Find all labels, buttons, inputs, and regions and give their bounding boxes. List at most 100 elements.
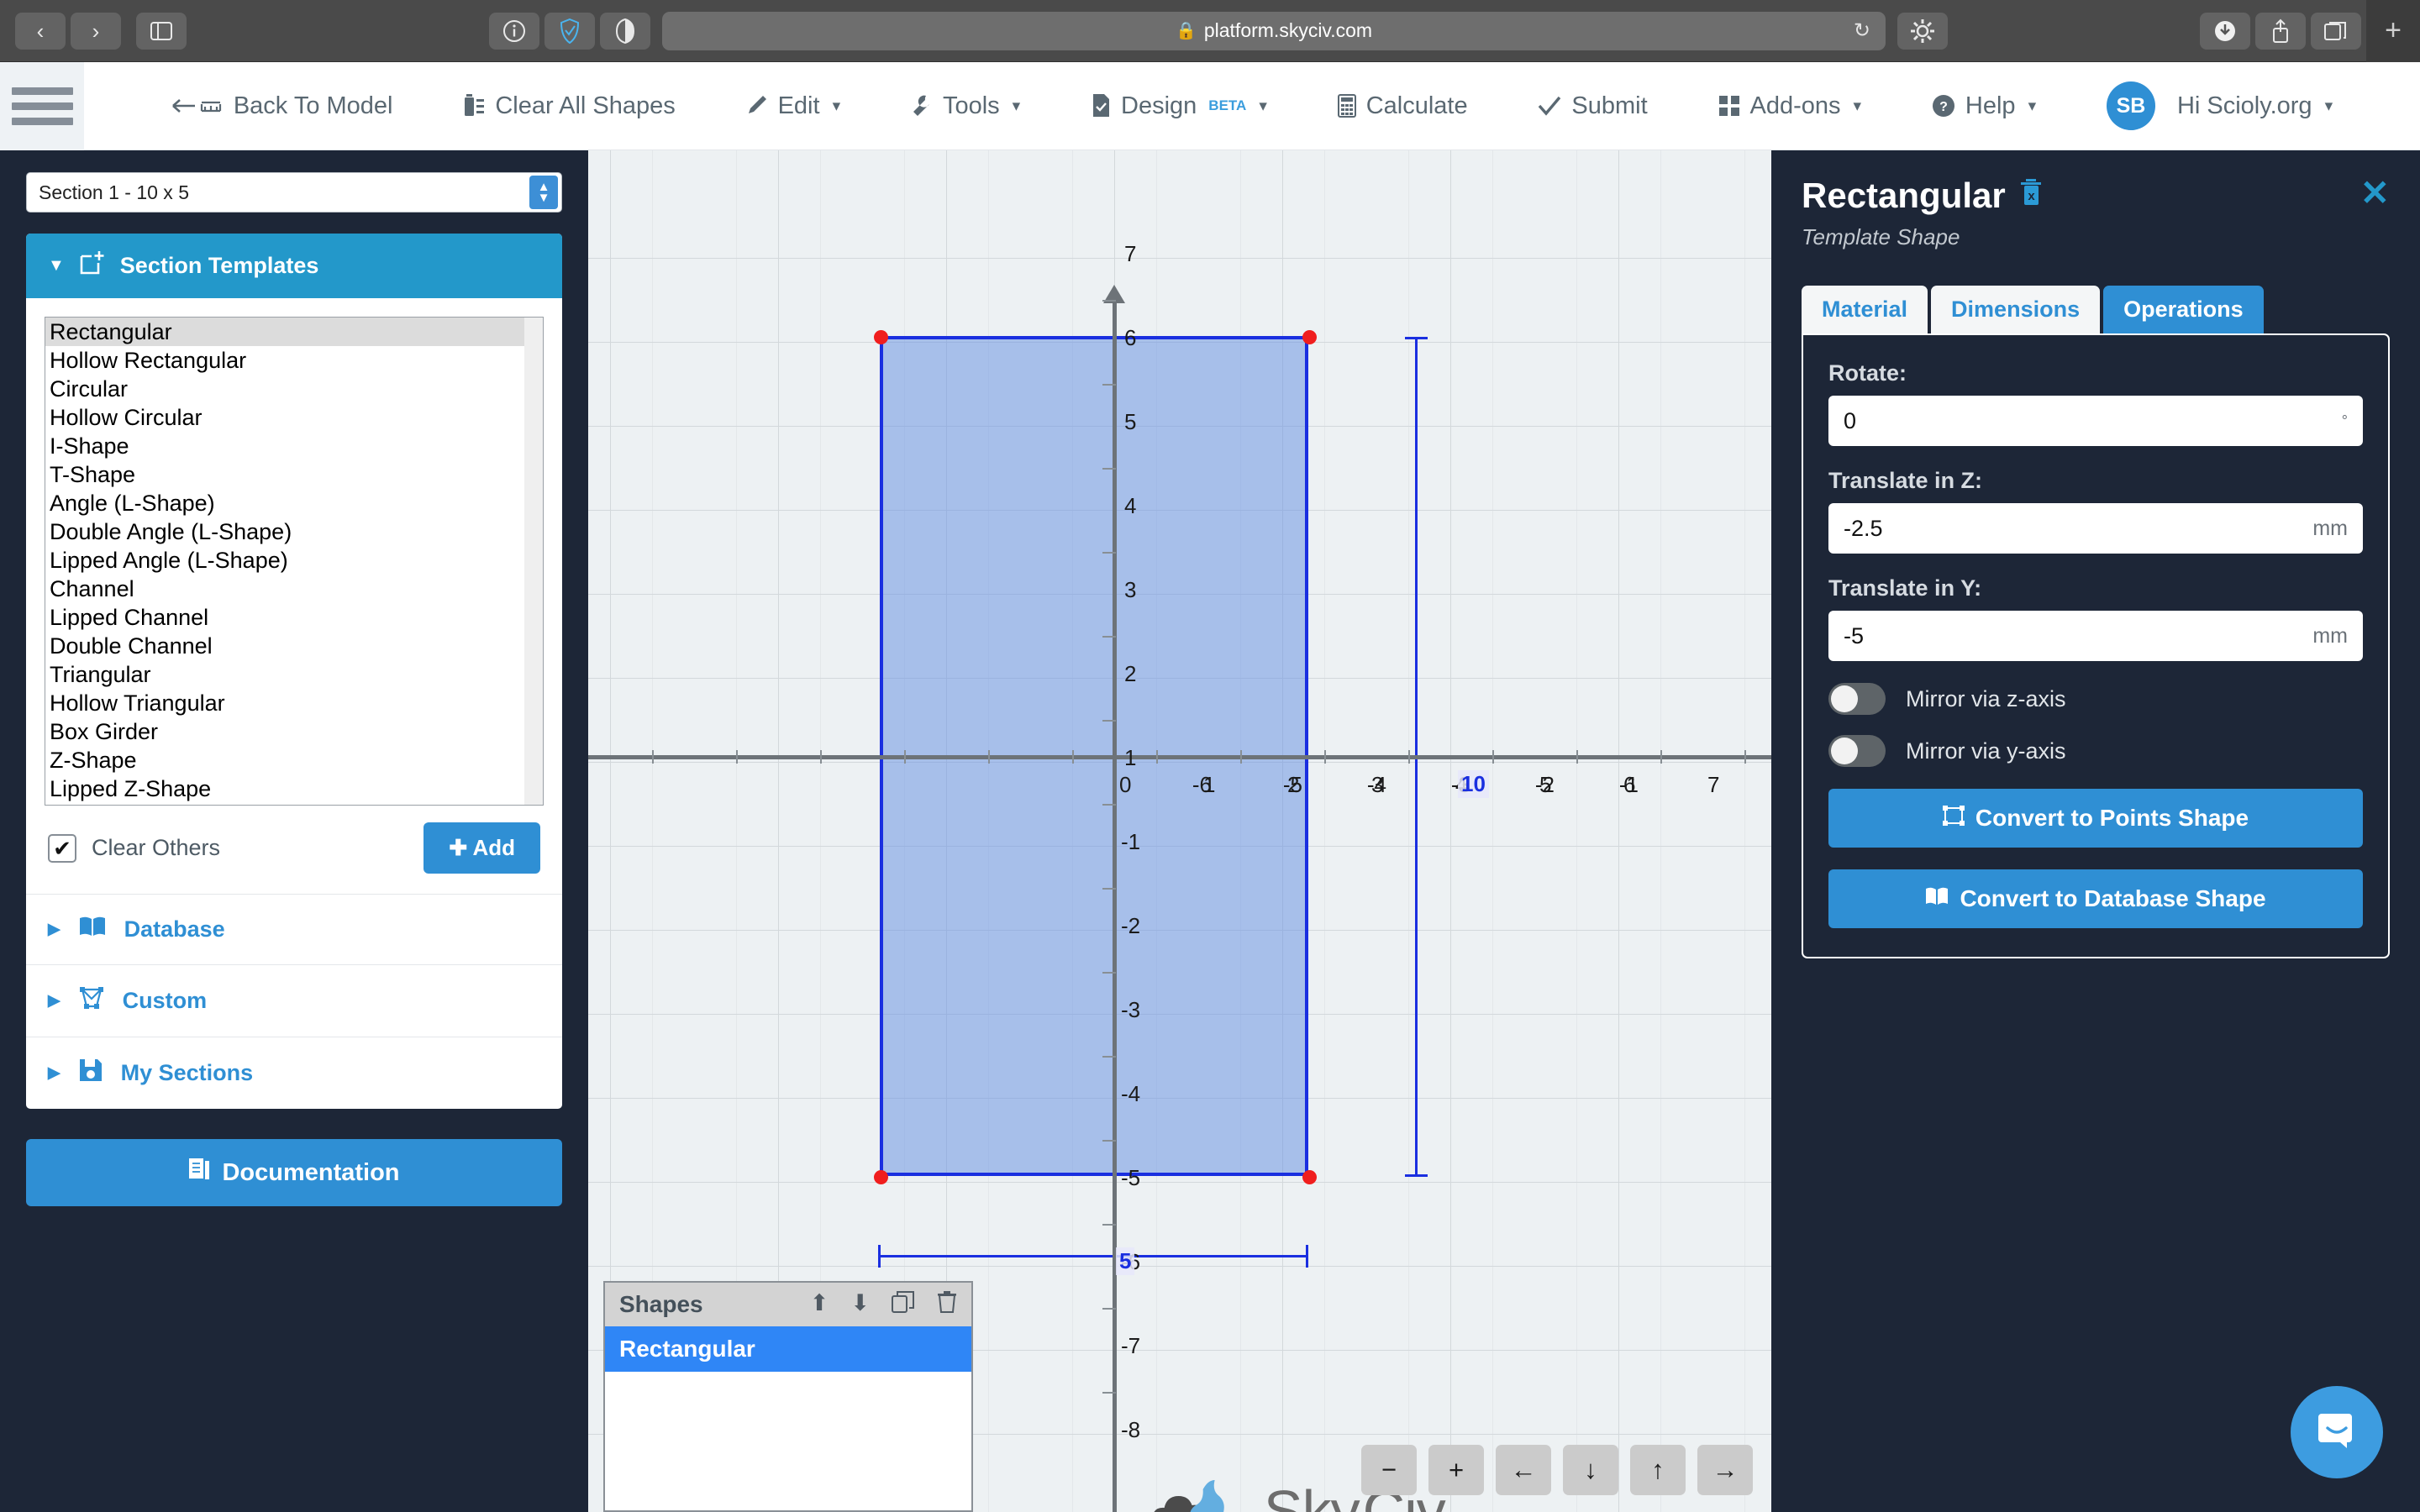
template-item[interactable]: Rectangular bbox=[45, 318, 543, 346]
forward-arrow-icon[interactable]: › bbox=[71, 13, 121, 50]
template-item[interactable]: Circular bbox=[45, 375, 543, 403]
hamburger-menu-icon[interactable] bbox=[0, 62, 84, 150]
pan-up-button[interactable]: ↑ bbox=[1630, 1445, 1686, 1495]
nav-back-to-model[interactable]: Back To Model bbox=[171, 92, 393, 120]
pencil-icon bbox=[746, 94, 768, 118]
section-templates-listbox[interactable]: Rectangular Hollow Rectangular Circular … bbox=[45, 317, 544, 806]
template-item[interactable]: I-Shape bbox=[45, 432, 543, 460]
mirror-z-toggle[interactable] bbox=[1828, 683, 1886, 715]
privacy-shield-icon[interactable] bbox=[544, 13, 595, 50]
shape-node[interactable] bbox=[1302, 1170, 1317, 1184]
zoom-in-button[interactable]: + bbox=[1428, 1445, 1484, 1495]
x-tick-label: 2 bbox=[1287, 772, 1299, 798]
template-item[interactable]: Double Angle (L-Shape) bbox=[45, 517, 543, 546]
template-item[interactable]: Angle (L-Shape) bbox=[45, 489, 543, 517]
convert-to-database-shape-button[interactable]: Convert to Database Shape bbox=[1828, 869, 2363, 928]
info-icon[interactable] bbox=[489, 13, 539, 50]
sidebar-toggle-icon[interactable] bbox=[136, 13, 187, 50]
user-label: Hi Scioly.org bbox=[2177, 92, 2312, 120]
nav-edit[interactable]: Edit ▾ bbox=[746, 92, 841, 120]
intercom-chat-button[interactable] bbox=[2291, 1386, 2383, 1478]
clear-others-checkbox[interactable]: ✔ bbox=[48, 834, 76, 863]
listbox-scrollbar[interactable] bbox=[524, 318, 543, 805]
app-navbar: Back To Model Clear All Shapes Edit ▾ To… bbox=[0, 62, 2420, 150]
rotate-field[interactable]: 0 ° bbox=[1828, 396, 2363, 446]
template-item[interactable]: Lipped Channel bbox=[45, 603, 543, 632]
accordion-label: My Sections bbox=[121, 1060, 254, 1086]
template-item[interactable]: Lipped Angle (L-Shape) bbox=[45, 546, 543, 575]
shape-node[interactable] bbox=[874, 1170, 888, 1184]
convert-to-points-shape-button[interactable]: Convert to Points Shape bbox=[1828, 789, 2363, 848]
section-templates-header[interactable]: ▼ Section Templates bbox=[26, 234, 562, 298]
share-icon[interactable] bbox=[2255, 13, 2306, 50]
pan-right-button[interactable]: → bbox=[1697, 1445, 1753, 1495]
delete-shape-icon[interactable]: x bbox=[2019, 178, 2044, 213]
accordion-custom[interactable]: ▶ Custom bbox=[26, 965, 562, 1037]
close-icon[interactable]: ✕ bbox=[2360, 176, 2390, 211]
template-item[interactable]: Lipped Z-Shape bbox=[45, 774, 543, 803]
nav-help[interactable]: ? Help ▾ bbox=[1932, 92, 2036, 120]
tab-dimensions[interactable]: Dimensions bbox=[1931, 286, 2100, 333]
address-bar[interactable]: 🔒 platform.skyciv.com ↻ bbox=[662, 12, 1886, 50]
accordion-label: Custom bbox=[123, 988, 208, 1014]
dimension-cap-right bbox=[1306, 1245, 1308, 1268]
svg-text:x: x bbox=[2028, 189, 2035, 203]
nav-tools[interactable]: Tools ▾ bbox=[911, 92, 1020, 120]
template-item[interactable]: Double Channel bbox=[45, 632, 543, 660]
template-item[interactable]: Hollow Circular bbox=[45, 403, 543, 432]
translate-y-field[interactable]: -5 mm bbox=[1828, 611, 2363, 661]
accordion-database[interactable]: ▶ Database bbox=[26, 895, 562, 965]
template-item[interactable]: Box Girder bbox=[45, 717, 543, 746]
template-item[interactable]: Hat Shape bbox=[45, 803, 543, 806]
add-button[interactable]: ✚ Add bbox=[424, 822, 540, 874]
section-canvas[interactable]: -6 -5 -4 -3 -2 -1 0 1 2 3 4 5 6 7 7 6 5 … bbox=[588, 150, 1771, 1512]
dimension-line-horizontal bbox=[878, 1255, 1308, 1257]
template-item[interactable]: Z-Shape bbox=[45, 746, 543, 774]
nav-add-ons[interactable]: Add-ons ▾ bbox=[1718, 92, 1862, 120]
dimension-height-label: 5 bbox=[1116, 1247, 1134, 1275]
chevron-right-icon: ▶ bbox=[48, 920, 60, 939]
pan-down-button[interactable]: ↓ bbox=[1563, 1445, 1618, 1495]
chevron-updown-icon[interactable]: ▲▼ bbox=[529, 176, 558, 209]
tab-operations[interactable]: Operations bbox=[2103, 286, 2264, 333]
nav-design[interactable]: Design BETA ▾ bbox=[1091, 92, 1267, 120]
back-arrow-icon[interactable]: ‹ bbox=[15, 13, 66, 50]
tab-overview-icon[interactable] bbox=[2311, 13, 2361, 50]
nav-user-menu[interactable]: SB Hi Scioly.org ▾ bbox=[2107, 81, 2333, 130]
nav-label: Clear All Shapes bbox=[495, 92, 675, 120]
shape-node[interactable] bbox=[1302, 330, 1317, 344]
tab-material[interactable]: Material bbox=[1802, 286, 1928, 333]
section-select[interactable]: Section 1 - 10 x 5 ▲▼ bbox=[26, 172, 562, 213]
zoom-out-button[interactable]: − bbox=[1361, 1445, 1417, 1495]
x-axis bbox=[588, 755, 1771, 759]
documentation-button[interactable]: Documentation bbox=[26, 1139, 562, 1206]
template-item[interactable]: Hollow Triangular bbox=[45, 689, 543, 717]
reload-icon[interactable]: ↻ bbox=[1854, 18, 1870, 43]
mirror-y-toggle[interactable] bbox=[1828, 735, 1886, 767]
shapes-list-item[interactable]: Rectangular bbox=[605, 1326, 971, 1372]
trash-icon[interactable] bbox=[937, 1290, 957, 1320]
template-item[interactable]: Triangular bbox=[45, 660, 543, 689]
reader-view-icon[interactable] bbox=[600, 13, 650, 50]
template-item[interactable]: Hollow Rectangular bbox=[45, 346, 543, 375]
download-icon[interactable] bbox=[2200, 13, 2250, 50]
plus-icon: ✚ bbox=[449, 835, 467, 860]
arrow-down-icon[interactable]: ⬇ bbox=[850, 1290, 870, 1320]
translate-z-field[interactable]: -2.5 mm bbox=[1828, 503, 2363, 554]
nav-label: Submit bbox=[1571, 92, 1647, 120]
shape-node[interactable] bbox=[874, 330, 888, 344]
nav-calculate[interactable]: Calculate bbox=[1338, 92, 1468, 120]
template-item[interactable]: T-Shape bbox=[45, 460, 543, 489]
nav-submit[interactable]: Submit bbox=[1538, 92, 1647, 120]
nav-items: Back To Model Clear All Shapes Edit ▾ To… bbox=[84, 81, 2420, 130]
template-item[interactable]: Channel bbox=[45, 575, 543, 603]
arrow-up-icon[interactable]: ⬆ bbox=[810, 1290, 829, 1320]
browser-toolbar: ‹ › 🔒 platform.skyciv.com ↻ bbox=[0, 0, 2420, 62]
copy-icon[interactable] bbox=[892, 1290, 915, 1320]
dimension-width-label: 10 bbox=[1458, 770, 1489, 798]
gear-icon[interactable] bbox=[1897, 13, 1948, 50]
pan-left-button[interactable]: ← bbox=[1496, 1445, 1551, 1495]
accordion-my-sections[interactable]: ▶ My Sections bbox=[26, 1037, 562, 1109]
nav-clear-all-shapes[interactable]: Clear All Shapes bbox=[463, 92, 675, 120]
new-tab-button[interactable]: + bbox=[2366, 0, 2420, 62]
